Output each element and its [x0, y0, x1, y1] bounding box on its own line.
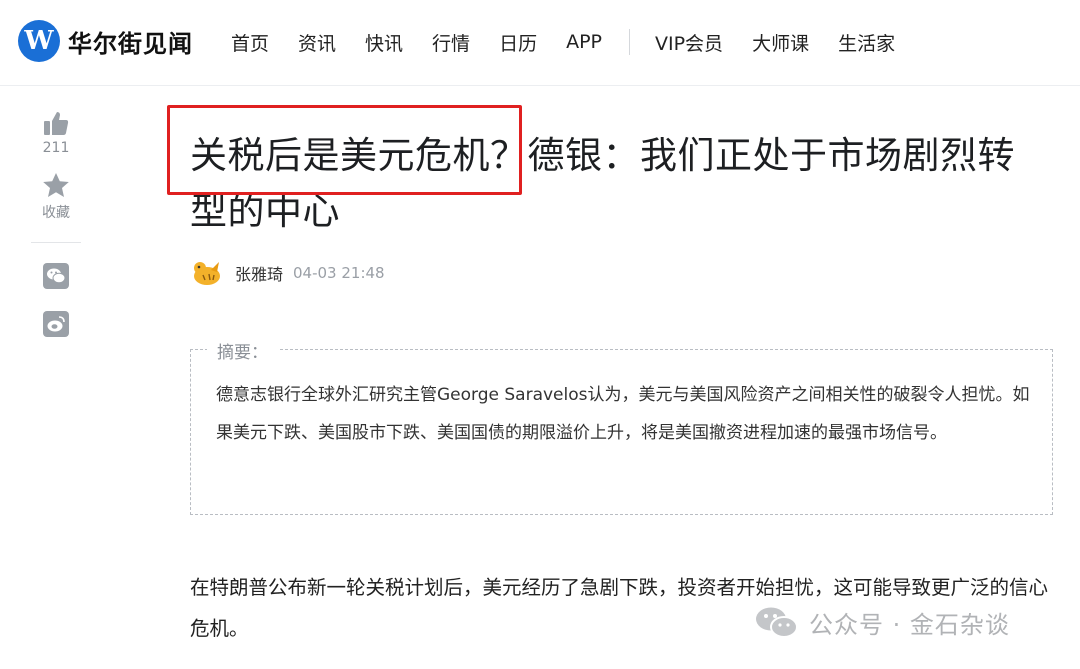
weibo-icon: [47, 316, 65, 332]
nav-item-flash[interactable]: 快讯: [365, 29, 403, 56]
favorite-label: 收藏: [42, 205, 70, 221]
like-button[interactable]: 211: [28, 110, 84, 156]
nav-item-app[interactable]: APP: [566, 31, 602, 53]
publish-time: 04-03 21:48: [293, 264, 385, 282]
site-header: W 华尔街见闻 首页 资讯 快讯 行情 日历 APP VIP会员 大师课 生活家: [0, 0, 1080, 86]
wechat-icon: [47, 268, 66, 284]
main-nav: 首页 资讯 快讯 行情 日历 APP VIP会员 大师课 生活家: [231, 27, 924, 57]
watermark: 公众号 · 金石杂谈: [755, 605, 1010, 640]
watermark-text: 公众号 · 金石杂谈: [809, 611, 1010, 639]
article-action-bar: 211 收藏: [28, 110, 84, 359]
thumbs-up-icon: [44, 112, 69, 135]
favorite-button[interactable]: 收藏: [28, 172, 84, 222]
logo-text: 华尔街见闻: [68, 28, 193, 58]
nav-item-lifestyle[interactable]: 生活家: [838, 29, 895, 56]
share-wechat-button[interactable]: [43, 263, 69, 289]
site-logo[interactable]: W 华尔街见闻: [18, 20, 193, 62]
summary-text: 德意志银行全球外汇研究主管George Saravelos认为，美元与美国风险资…: [216, 385, 1030, 443]
nav-item-home[interactable]: 首页: [231, 29, 269, 56]
article-summary: 摘要： 德意志银行全球外汇研究主管George Saravelos认为，美元与美…: [190, 338, 1053, 515]
star-icon: [43, 173, 69, 197]
nav-divider: [629, 29, 630, 55]
author-name[interactable]: 张雅琦: [235, 261, 283, 285]
nav-item-markets[interactable]: 行情: [432, 29, 470, 56]
logo-icon: W: [18, 20, 60, 62]
nav-item-vip[interactable]: VIP会员: [655, 29, 723, 56]
share-weibo-button[interactable]: [43, 311, 69, 337]
wechat-watermark-icon: [756, 607, 798, 638]
nav-item-news[interactable]: 资讯: [298, 29, 336, 56]
action-divider: [31, 242, 81, 243]
nav-item-calendar[interactable]: 日历: [499, 29, 537, 56]
author-avatar[interactable]: [191, 258, 223, 288]
summary-label: 摘要：: [207, 338, 278, 363]
like-count: 211: [42, 140, 70, 156]
nav-item-masterclass[interactable]: 大师课: [752, 29, 809, 56]
highlight-box: [167, 105, 522, 195]
author-row: 张雅琦 04-03 21:48: [191, 258, 385, 288]
